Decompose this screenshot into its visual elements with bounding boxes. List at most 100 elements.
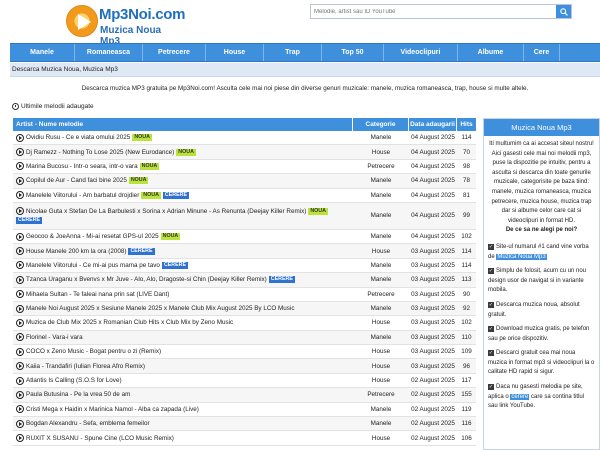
nav-item-cere[interactable]: Cere: [524, 44, 560, 61]
nav-item-videoclipuri[interactable]: Videoclipuri: [384, 44, 458, 61]
search-input[interactable]: [311, 5, 556, 18]
song-title-link[interactable]: Ovidiu Rusu - Ce e viata omului 2025: [26, 134, 130, 141]
song-title-link[interactable]: Mihaela Sultan - Te faleai nana prin sat…: [26, 291, 169, 298]
date-cell: 03 August 2025: [411, 348, 455, 356]
date-cell: 04 August 2025: [411, 162, 455, 170]
checkmark-icon: ✓: [488, 350, 494, 357]
nav-item-top-50[interactable]: Top 50: [322, 44, 384, 61]
song-title-link[interactable]: House Manele 200 km la ora (2008): [26, 248, 126, 255]
logo-play-icon: [66, 5, 98, 37]
song-title-link[interactable]: Cristi Mega x Haidin x Marinica Namol - …: [26, 406, 199, 413]
category-cell: House: [371, 247, 391, 255]
table-row: Marina Bucosu - Intr-o seara, intr-o var…: [13, 160, 476, 175]
play-icon[interactable]: [16, 290, 24, 299]
header-hits: Hits: [460, 121, 473, 128]
cerere-badge: CERERE: [128, 247, 155, 255]
play-icon[interactable]: [16, 232, 24, 241]
play-icon[interactable]: [16, 333, 24, 342]
play-icon[interactable]: [16, 362, 24, 371]
play-icon[interactable]: [16, 148, 24, 157]
hits-cell: 109: [461, 348, 472, 356]
play-icon[interactable]: [16, 176, 24, 185]
play-icon[interactable]: [16, 347, 24, 356]
song-cell: Mihaela Sultan - Te faleai nana prin sat…: [13, 289, 353, 299]
logo-title: Mp3Noi.com: [99, 6, 186, 23]
play-icon[interactable]: [16, 434, 24, 443]
feature-highlight-link[interactable]: Muzica Noua Mp3: [496, 253, 547, 260]
play-icon[interactable]: [16, 207, 24, 216]
table-row: COCO x Zeno Music - Bogat pentru o zi (R…: [13, 345, 476, 360]
song-cell: Dj Ramezz - Nothing To Lose 2025 (New Eu…: [13, 147, 353, 157]
song-cell: Paula Butusina - Pe la vrea 50 de am: [13, 390, 353, 400]
category-cell: Manele: [370, 233, 392, 241]
song-cell: Bogdan Alexandru - Sefa, emblema femeilo…: [13, 419, 353, 429]
song-title-link[interactable]: Manelele Viitorului - Ce mi-ai pus mama …: [26, 262, 160, 269]
song-title-link[interactable]: RUXIT X SUSANU - Spune Cine (LCO Music R…: [26, 435, 174, 442]
header-category: Categorie: [353, 118, 409, 131]
song-title-link[interactable]: Kaiia - Trandafiri (Iulian Florea Afro R…: [26, 363, 145, 370]
noua-badge: NOUA: [132, 134, 152, 142]
play-icon[interactable]: [16, 162, 24, 171]
play-icon[interactable]: [16, 261, 24, 270]
song-title-link[interactable]: Nicolae Guta x Stefan De La Barbulesti x…: [26, 208, 306, 215]
hits-cell: 96: [462, 362, 470, 370]
site-logo[interactable]: Mp3Noi.com Muzica Noua Mp3: [66, 4, 185, 47]
feature-highlight-link[interactable]: cerere: [510, 393, 530, 400]
play-icon[interactable]: [16, 376, 24, 385]
table-row: Manelele Viitorului - Am barbatul drojdi…: [13, 189, 476, 203]
play-icon[interactable]: [16, 304, 24, 313]
info-panel: Muzica Noua Mp3 Iti multumim ca ai acces…: [483, 118, 600, 450]
song-title-link[interactable]: Florinel - Vara-i vara: [26, 334, 83, 341]
feature-text: Simplu de folosit, acum cu un nou design…: [488, 268, 587, 294]
header-date: Data adaugarii: [409, 118, 457, 131]
play-icon[interactable]: [16, 191, 24, 200]
feature-text: Descarca muzica noua, absolut gratuit.: [488, 301, 580, 318]
category-cell: Manele: [370, 191, 392, 199]
song-cell: Cristi Mega x Haidin x Marinica Namol - …: [13, 404, 353, 414]
table-row: Mihaela Sultan - Te faleai nana prin sat…: [13, 288, 476, 302]
search-button[interactable]: [556, 5, 571, 18]
song-title-link[interactable]: Tzanca Uraganu x Bvenvs x Mr Juve - Alo,…: [26, 276, 267, 283]
latest-label: Ultimile melodii adaugate: [21, 103, 94, 110]
hits-cell: 117: [461, 377, 472, 385]
category-cell: House: [371, 148, 391, 156]
song-title-link[interactable]: COCO x Zeno Music - Bogat pentru o zi (R…: [26, 348, 161, 355]
nav-item-albume[interactable]: Albume: [458, 44, 524, 61]
song-title-link[interactable]: Geocoo & JoeAnna - Mi-ai resetat GPS-ul …: [26, 233, 159, 240]
table-row: Cristi Mega x Haidin x Marinica Namol - …: [13, 403, 476, 418]
date-cell: 03 August 2025: [411, 247, 455, 255]
play-icon[interactable]: [16, 405, 24, 414]
song-title-link[interactable]: Copilul de Aur - Cand faci bine 2025: [26, 177, 127, 184]
song-title-link[interactable]: Paula Butusina - Pe la vrea 50 de am: [26, 391, 130, 398]
intro-text: Descarca muzica MP3 gratuita pe Mp3Noi.c…: [81, 85, 529, 92]
play-icon[interactable]: [16, 133, 24, 142]
song-title-link[interactable]: Dj Ramezz - Nothing To Lose 2025 (New Eu…: [26, 149, 174, 156]
nav-item-petrecere[interactable]: Petrecere: [143, 44, 206, 61]
song-title-link[interactable]: Marina Bucosu - Intr-o seara, intr-o var…: [26, 163, 138, 170]
site-header: Mp3Noi.com Muzica Noua Mp3: [0, 0, 600, 47]
song-title-link[interactable]: Manele Noi August 2025 x Sesiune Manele …: [26, 305, 294, 312]
song-cell: Marina Bucosu - Intr-o seara, intr-o var…: [13, 161, 353, 171]
song-title-link[interactable]: Atlantis Is Calling (S.O.S for Love): [26, 377, 122, 384]
play-icon[interactable]: [16, 247, 24, 256]
hits-cell: 81: [462, 191, 470, 199]
song-cell: Manelele Viitorului - Ce mi-ai pus mama …: [13, 260, 353, 270]
category-cell: House: [371, 362, 391, 370]
play-icon[interactable]: [16, 318, 24, 327]
nav-item-romaneasca[interactable]: Romaneasca: [75, 44, 143, 61]
song-title-link[interactable]: Manelele Viitorului - Am barbatul drojdi…: [26, 192, 139, 199]
song-title-link[interactable]: Muzica de Club Mix 2025 x Romanian Club …: [26, 319, 233, 326]
play-icon[interactable]: [16, 390, 24, 399]
play-icon[interactable]: [16, 275, 24, 284]
song-title-link[interactable]: Bogdan Alexandru - Sefa, emblema femeilo…: [26, 420, 150, 427]
nav-item-house[interactable]: House: [206, 44, 264, 61]
play-icon[interactable]: [16, 419, 24, 428]
panel-question: De ce sa ne alegi pe noi?: [505, 227, 578, 234]
table-row: Dj Ramezz - Nothing To Lose 2025 (New Eu…: [13, 145, 476, 160]
category-cell: Manele: [370, 212, 392, 220]
noua-badge: NOUA: [141, 191, 161, 199]
nav-item-manele[interactable]: Manele: [10, 44, 75, 61]
nav-item-trap[interactable]: Trap: [264, 44, 322, 61]
category-cell: Petrecere: [367, 391, 395, 399]
song-cell: Manele Noi August 2025 x Sesiune Manele …: [13, 304, 353, 314]
